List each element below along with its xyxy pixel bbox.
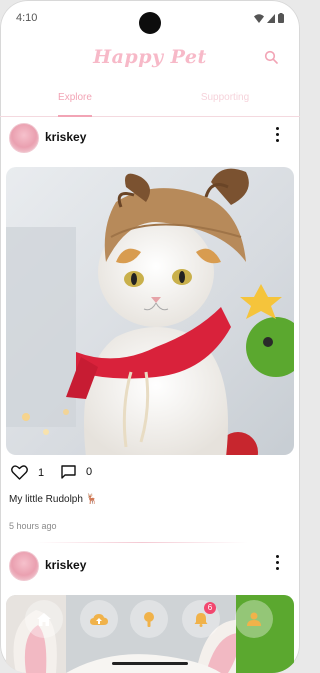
nav-notifications-button[interactable]: 6 [182,600,220,638]
profile-icon [247,612,261,626]
tab-supporting[interactable]: Supporting [150,92,300,103]
wifi-icon [254,13,264,23]
comment-icon[interactable] [61,465,76,479]
post-username[interactable]: kriskey [45,130,86,144]
camera-cutout [139,12,161,34]
comment-group: 0 [61,465,92,479]
pet-icon [144,611,154,627]
phone-screen: 4:10 Happy Pet Explore Supporting kriske… [0,0,300,673]
post-photo[interactable] [6,167,294,455]
app-header: Happy Pet [0,40,300,80]
notification-badge: 6 [204,602,216,614]
post-username[interactable]: kriskey [45,558,86,572]
post-header: kriskey [0,118,300,158]
more-options-icon[interactable] [274,555,280,570]
search-icon [264,50,278,64]
nav-home-button[interactable] [25,600,63,638]
status-bar: 4:10 [0,0,300,36]
post-card: kriskey [0,546,300,586]
post-time: 5 hours ago [9,521,57,531]
signal-icon [267,13,275,23]
more-options-icon[interactable] [274,127,280,142]
nav-profile-button[interactable] [235,600,273,638]
status-icons [254,13,284,23]
upload-icon [90,613,108,625]
tab-bar: Explore Supporting [0,86,300,117]
search-button[interactable] [264,50,278,69]
notifications-icon [194,612,208,627]
comment-count: 0 [86,466,93,478]
post-divider [36,542,248,543]
bottom-navigation: 6 [0,600,300,640]
cat-in-reindeer-hat-image [6,167,294,455]
post-card: kriskey [0,118,300,158]
nav-upload-button[interactable] [80,600,118,638]
post-caption: My little Rudolph 🦌 [9,494,99,505]
tab-explore[interactable]: Explore [0,92,150,103]
post-header: kriskey [0,546,300,586]
home-indicator[interactable] [112,662,188,665]
home-icon [37,612,51,626]
nav-pet-button[interactable] [130,600,168,638]
status-time: 4:10 [16,12,38,24]
heart-icon[interactable] [11,465,28,480]
active-tab-indicator [58,115,92,117]
avatar[interactable] [9,551,39,581]
avatar[interactable] [9,123,39,153]
battery-icon [278,13,284,23]
app-title: Happy Pet [93,46,207,68]
like-count: 1 [38,466,45,479]
like-group: 1 [11,465,44,480]
post-actions: 1 0 [0,465,300,489]
